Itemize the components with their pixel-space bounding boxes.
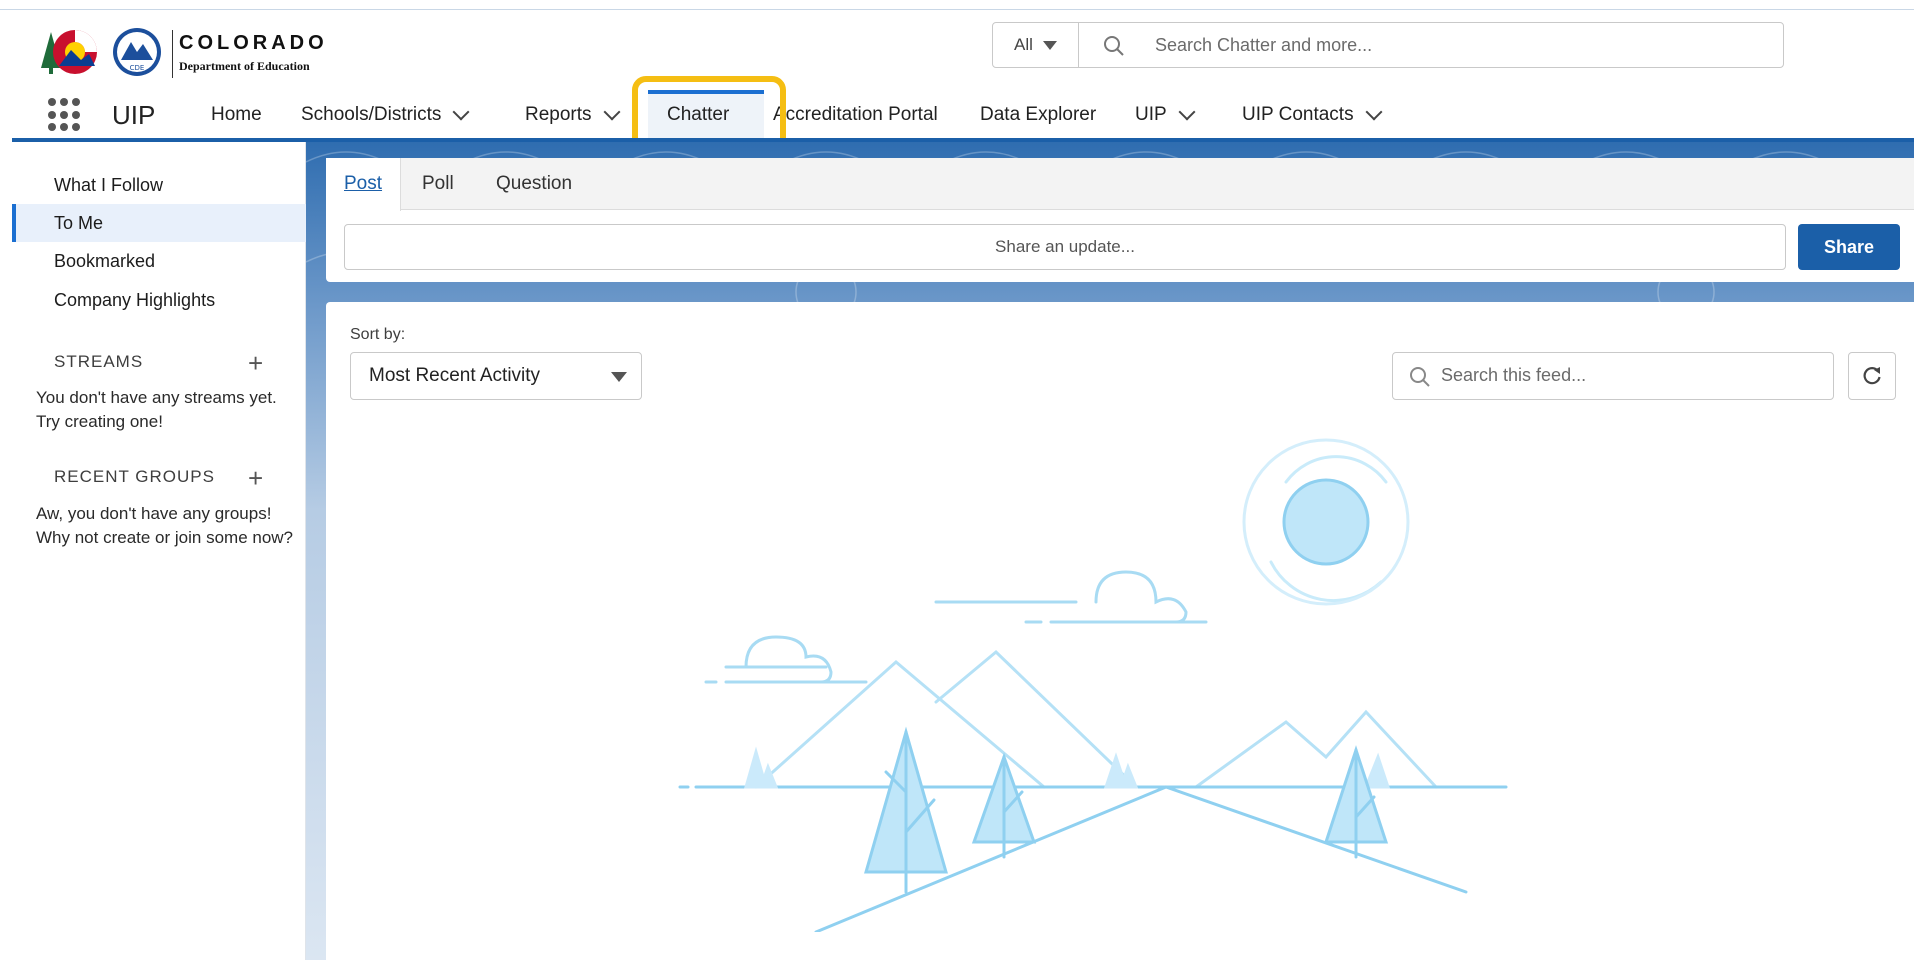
nav-item-home[interactable]: Home [211,104,262,126]
cde-logo[interactable]: CDE COLORADO Department of Education [37,20,347,82]
chevron-down-icon[interactable] [1178,103,1196,121]
sidebar-item-to-me[interactable]: To Me [12,204,306,242]
sidebar-item-label: What I Follow [54,175,164,195]
nav-item-accreditation-portal[interactable]: Accreditation Portal [773,104,938,126]
add-stream-plus-icon[interactable]: + [248,350,263,376]
sidebar-item-what-i-follow[interactable]: What I Follow [12,166,306,204]
app-launcher-icon[interactable] [48,98,82,132]
tab-post[interactable]: Post [326,158,402,211]
recent-groups-heading: RECENT GROUPS [54,467,215,486]
refresh-button[interactable] [1848,352,1896,400]
global-search[interactable]: All Search Chatter and more... [992,22,1784,68]
caret-down-icon [1042,40,1057,50]
chatter-feed: Sort by: Most Recent Activity Search thi… [326,302,1914,960]
nav-item-reports[interactable]: Reports [525,103,621,126]
global-search-input[interactable]: Search Chatter and more... [1155,35,1372,56]
nav-item-label: Reports [525,104,592,125]
sort-by-select[interactable]: Most Recent Activity [350,352,642,400]
feed-search-input[interactable]: Search this feed... [1441,365,1586,386]
nav-item-uip-contacts[interactable]: UIP Contacts [1242,103,1383,126]
sidebar-item-bookmarked[interactable]: Bookmarked [12,242,306,280]
nav-item-label: UIP [1135,104,1167,125]
search-icon [1104,36,1124,56]
share-button[interactable]: Share [1798,224,1900,270]
caret-down-icon [611,372,627,382]
chevron-down-icon[interactable] [452,103,470,121]
sidebar-item-label: To Me [54,213,104,233]
chatter-publisher: Post Poll Question Share an update... Sh… [326,158,1914,282]
search-scope-label: All [1014,35,1033,54]
add-group-plus-icon[interactable]: + [248,465,263,491]
nav-item-label: Schools/Districts [301,104,442,125]
nav-item-schools-districts[interactable]: Schools/Districts [301,103,470,126]
sort-by-value: Most Recent Activity [369,365,541,386]
chevron-down-icon[interactable] [1365,103,1383,121]
chevron-down-icon[interactable] [603,103,621,121]
sidebar-item-label: Bookmarked [54,251,156,271]
sidebar-item-company-highlights[interactable]: Company Highlights [12,281,306,319]
global-header: CDE COLORADO Department of Education All… [12,10,1914,152]
sidebar-item-label: Company Highlights [54,290,216,310]
feed-sidebar: What I Follow To Me Bookmarked Company H… [12,142,306,960]
publisher-tabs: Post Poll Question [326,158,1914,211]
logo-title: COLORADO [179,32,328,54]
seal-badge: CDE [130,64,145,72]
empty-feed-illustration-icon [678,438,1508,932]
colorado-logo-mark-icon: CDE [41,28,161,76]
streams-empty-text: You don't have any streams yet. Try crea… [36,388,277,431]
nav-item-label: Accreditation Portal [773,104,938,125]
nav-item-uip[interactable]: UIP [1135,103,1196,126]
nav-item-label: Home [211,104,262,125]
search-scope-dropdown[interactable]: All [993,23,1079,67]
nav-item-label: Data Explorer [980,104,1097,125]
tab-question[interactable]: Question [496,158,572,210]
feed-search[interactable]: Search this feed... [1392,352,1834,400]
share-update-input[interactable]: Share an update... [344,224,1786,270]
logo-divider [172,30,173,78]
search-icon [1410,367,1430,387]
nav-item-label: UIP Contacts [1242,104,1354,125]
tab-poll[interactable]: Poll [422,158,454,210]
refresh-icon [1863,367,1881,385]
sort-by-label: Sort by: [350,326,406,343]
logo-subtitle: Department of Education [179,59,310,73]
streams-heading: STREAMS [54,352,144,371]
groups-empty-text: Aw, you don't have any groups! Why not c… [36,504,294,547]
nav-item-data-explorer[interactable]: Data Explorer [980,104,1096,126]
app-nav-bar: UIP Home Schools/Districts Reports Chatt… [12,76,1914,152]
app-name: UIP [112,100,156,130]
